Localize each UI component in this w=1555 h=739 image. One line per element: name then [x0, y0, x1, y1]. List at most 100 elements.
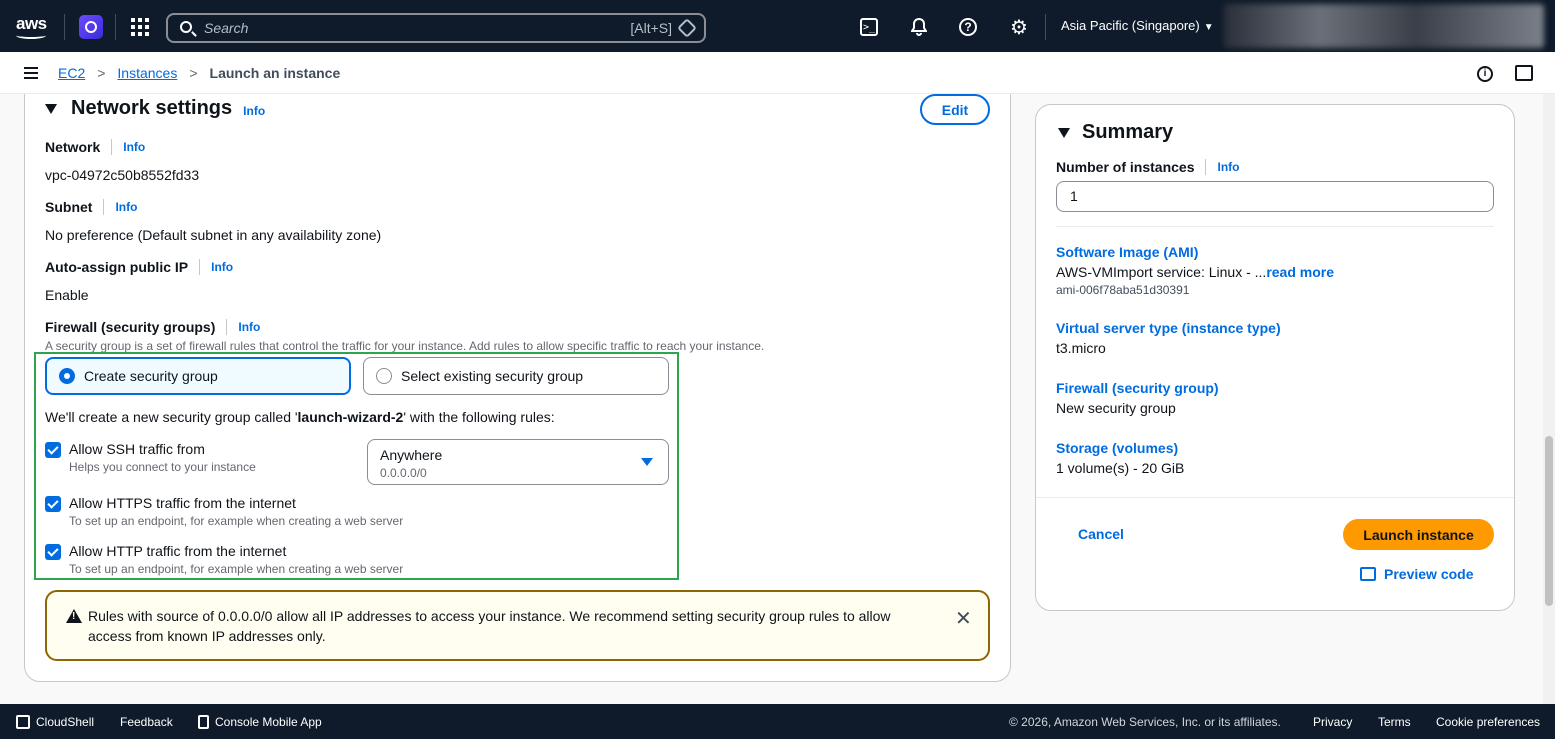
- network-label: Network Info: [45, 139, 145, 155]
- search-input[interactable]: Search [Alt+S]: [166, 13, 706, 43]
- cloudshell-icon: [16, 715, 30, 729]
- services-grid-icon[interactable]: [131, 18, 149, 36]
- instance-type-link[interactable]: Virtual server type (instance type): [1056, 320, 1281, 336]
- menu-hamburger-icon[interactable]: [24, 67, 38, 79]
- region-label: Asia Pacific (Singapore): [1061, 18, 1200, 33]
- subnet-value: No preference (Default subnet in any ava…: [45, 227, 382, 243]
- search-shortcut: [Alt+S]: [630, 20, 672, 36]
- ssh-source-select[interactable]: Anywhere 0.0.0.0/0: [367, 439, 669, 485]
- ami-value: AWS-VMImport service: Linux - ...read mo…: [1056, 264, 1334, 280]
- radio-unselected[interactable]: [376, 368, 392, 384]
- create-security-group-option[interactable]: Create security group: [45, 357, 351, 395]
- terms-link[interactable]: Terms: [1378, 715, 1411, 729]
- feedback-button[interactable]: Feedback: [120, 715, 173, 729]
- feedback-icon[interactable]: [1515, 65, 1533, 81]
- info-link[interactable]: Info: [211, 260, 233, 274]
- ami-id: ami-006f78aba51d30391: [1056, 283, 1190, 297]
- section-title: Network settings: [71, 97, 233, 119]
- network-settings-header[interactable]: Network settings Info: [45, 97, 265, 120]
- chevron-right-icon: >: [189, 65, 198, 81]
- http-label: Allow HTTP traffic from the internet: [69, 543, 287, 559]
- info-link[interactable]: Info: [238, 320, 260, 334]
- top-navigation: aws Search [Alt+S] >_ ? ⚙ Asia Pacific (…: [0, 0, 1555, 52]
- console-mobile-app-button[interactable]: Console Mobile App: [198, 715, 322, 729]
- help-icon[interactable]: ?: [959, 18, 977, 36]
- breadcrumb-ec2[interactable]: EC2: [58, 65, 85, 81]
- amazon-q-search-icon[interactable]: [677, 18, 697, 38]
- aws-logo[interactable]: aws: [16, 14, 47, 34]
- firewall-label-text: Firewall (security groups): [45, 319, 216, 335]
- breadcrumb-current: Launch an instance: [209, 65, 341, 81]
- breadcrumb-instances[interactable]: Instances: [117, 65, 177, 81]
- public-ip-label: Auto-assign public IP Info: [45, 259, 233, 275]
- cancel-button[interactable]: Cancel: [1078, 526, 1124, 542]
- storage-value: 1 volume(s) - 20 GiB: [1056, 460, 1185, 476]
- preview-code-label: Preview code: [1384, 566, 1474, 582]
- ami-link[interactable]: Software Image (AMI): [1056, 244, 1198, 260]
- preview-code-button[interactable]: Preview code: [1360, 566, 1474, 582]
- amazon-q-icon[interactable]: [79, 15, 103, 39]
- storage-link[interactable]: Storage (volumes): [1056, 440, 1178, 456]
- summary-header[interactable]: Summary: [1058, 121, 1173, 144]
- read-more-link[interactable]: read more: [1266, 264, 1334, 280]
- firewall-label: Firewall (security groups) Info: [45, 319, 260, 335]
- chevron-right-icon: >: [97, 65, 106, 81]
- cookie-preferences-link[interactable]: Cookie preferences: [1436, 715, 1540, 729]
- ssh-source-cidr: 0.0.0.0/0: [380, 466, 427, 480]
- number-of-instances-input[interactable]: 1: [1056, 181, 1494, 212]
- account-menu-blurred[interactable]: [1224, 4, 1544, 48]
- privacy-link[interactable]: Privacy: [1313, 715, 1352, 729]
- scrollbar-thumb[interactable]: [1545, 436, 1553, 606]
- https-checkbox[interactable]: [45, 496, 61, 512]
- aws-logo-smile: [16, 32, 46, 39]
- info-link[interactable]: Info: [115, 200, 137, 214]
- public-ip-label-text: Auto-assign public IP: [45, 259, 189, 275]
- copyright: © 2026, Amazon Web Services, Inc. or its…: [1009, 715, 1281, 729]
- select-existing-security-group-option[interactable]: Select existing security group: [363, 357, 669, 395]
- caret-down-icon: [641, 458, 653, 466]
- warning-text: Rules with source of 0.0.0.0/0 allow all…: [88, 608, 891, 644]
- firewall-description: A security group is a set of firewall ru…: [45, 339, 765, 353]
- nav-divider: [1045, 14, 1046, 40]
- http-description: To set up an endpoint, for example when …: [69, 562, 404, 576]
- wizard-suffix: ' with the following rules:: [403, 409, 555, 425]
- launch-instance-button[interactable]: Launch instance: [1343, 519, 1494, 550]
- scrollbar[interactable]: [1543, 94, 1555, 704]
- ssh-checkbox[interactable]: [45, 442, 61, 458]
- external-link-icon: [198, 715, 209, 729]
- network-value: vpc-04972c50b8552fd33: [45, 167, 200, 183]
- cloudshell-icon[interactable]: >_: [860, 18, 878, 36]
- radio-selected[interactable]: [59, 368, 75, 384]
- info-link[interactable]: Info: [1217, 160, 1239, 174]
- nav-divider: [64, 14, 65, 40]
- info-panel-icon[interactable]: i: [1477, 66, 1493, 82]
- info-link[interactable]: Info: [243, 104, 265, 118]
- footer: CloudShell Feedback Console Mobile App ©…: [0, 704, 1555, 739]
- warning-alert: Rules with source of 0.0.0.0/0 allow all…: [45, 590, 990, 661]
- https-label: Allow HTTPS traffic from the internet: [69, 495, 296, 511]
- notifications-bell-icon[interactable]: [909, 17, 929, 37]
- settings-gear-icon[interactable]: ⚙: [1009, 17, 1029, 39]
- close-icon[interactable]: ✕: [955, 606, 972, 631]
- search-placeholder: Search: [204, 20, 249, 36]
- create-security-group-label: Create security group: [84, 368, 218, 384]
- edit-button[interactable]: Edit: [920, 94, 990, 125]
- ssh-description: Helps you connect to your instance: [69, 460, 256, 474]
- subnet-label-text: Subnet: [45, 199, 93, 215]
- firewall-value: New security group: [1056, 400, 1176, 416]
- breadcrumb-bar: EC2 > Instances > Launch an instance i: [0, 52, 1555, 94]
- public-ip-value: Enable: [45, 287, 89, 303]
- region-selector[interactable]: Asia Pacific (Singapore) ▼: [1061, 18, 1214, 33]
- http-checkbox[interactable]: [45, 544, 61, 560]
- security-group-name: launch-wizard-2: [297, 409, 404, 425]
- search-icon: [180, 21, 192, 33]
- console-mobile-app-label: Console Mobile App: [215, 715, 322, 729]
- instance-type-value: t3.micro: [1056, 340, 1106, 356]
- nav-divider: [115, 14, 116, 40]
- security-group-description: We'll create a new security group called…: [45, 409, 555, 425]
- network-label-text: Network: [45, 139, 101, 155]
- firewall-link[interactable]: Firewall (security group): [1056, 380, 1219, 396]
- info-link[interactable]: Info: [123, 140, 145, 154]
- ssh-source-value: Anywhere: [380, 447, 443, 463]
- cloudshell-button[interactable]: CloudShell: [16, 715, 94, 729]
